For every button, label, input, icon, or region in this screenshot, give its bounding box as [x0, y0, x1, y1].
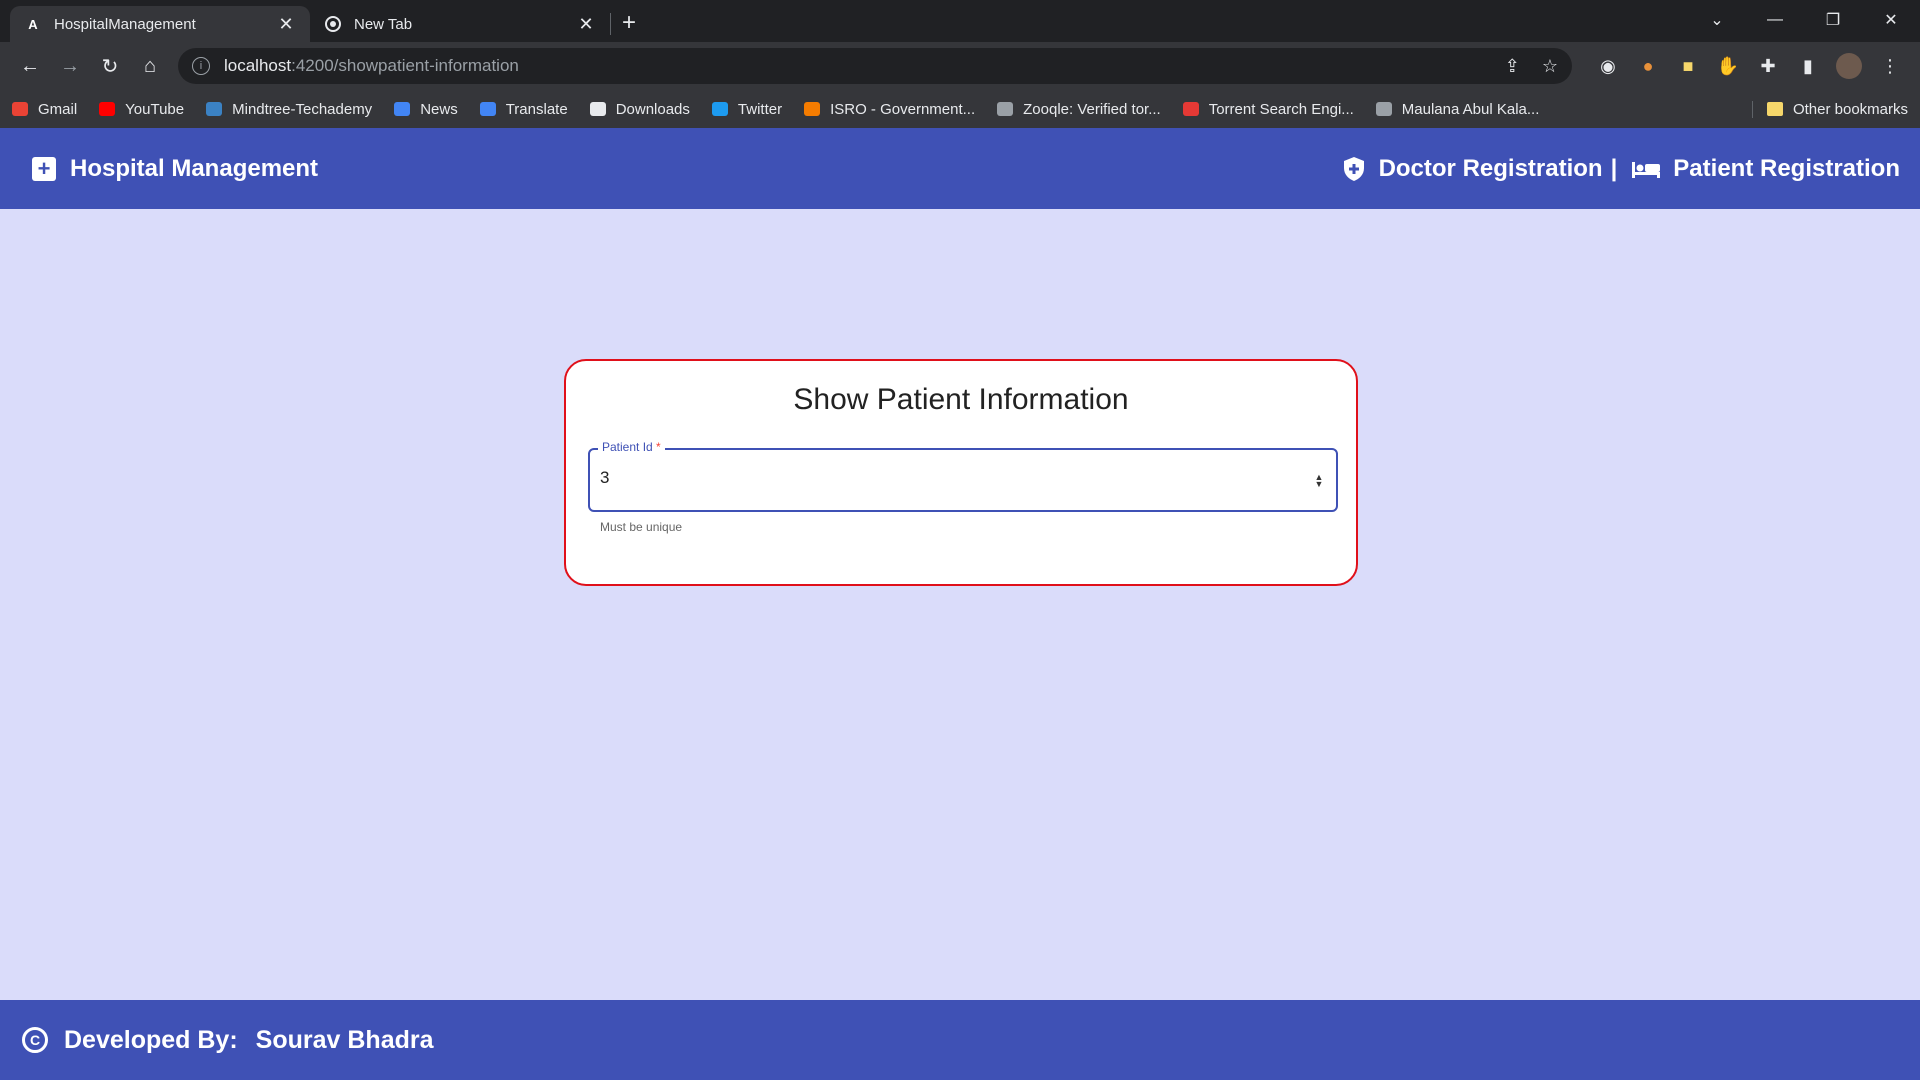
nav-patient-label: Patient Registration: [1673, 154, 1900, 182]
bookmark-label: YouTube: [125, 100, 185, 118]
side-panel-icon[interactable]: ▮: [1788, 46, 1828, 86]
profile-avatar[interactable]: [1836, 53, 1862, 79]
address-bar[interactable]: i localhost:4200/showpatient-information…: [178, 48, 1572, 84]
bookmark-label: Maulana Abul Kala...: [1401, 100, 1540, 118]
number-spinner-icon[interactable]: ▲ ▼: [1314, 473, 1324, 489]
nav-doctor-label: Doctor Registration: [1378, 154, 1603, 182]
download-icon: [589, 102, 606, 116]
menu-kebab-icon[interactable]: ⋮: [1870, 46, 1910, 86]
bookmark-label: Twitter: [737, 100, 783, 118]
restore-icon[interactable]: ❐: [1804, 0, 1862, 40]
extension-adblock-icon[interactable]: ✋: [1708, 46, 1748, 86]
bookmark-item[interactable]: Translate: [479, 100, 568, 118]
close-tab-icon[interactable]: ✕: [576, 14, 596, 35]
show-patient-card: Show Patient Information Patient Id * ▲▼…: [564, 359, 1358, 586]
translate-icon: [479, 102, 496, 116]
brand[interactable]: + Hospital Management: [32, 155, 318, 183]
bookmark-item[interactable]: ISRO - Government...: [804, 101, 975, 118]
bookmark-label: Translate: [505, 100, 568, 118]
window-controls: ⌄ — ❐ ✕: [1688, 0, 1920, 40]
browser-chrome: A HospitalManagement ✕ New Tab ✕ + ⌄ — ❐…: [0, 0, 1920, 128]
extensions-area: ◉ ● ■ ✋ ✚ ▮ ⋮: [1588, 46, 1910, 86]
google-news-icon: [394, 102, 411, 116]
patient-id-label: Patient Id *: [598, 440, 665, 454]
bookmark-item[interactable]: Zooqle: Verified tor...: [997, 101, 1161, 118]
youtube-icon: [99, 102, 116, 116]
bookmark-item[interactable]: News: [394, 101, 458, 118]
field-hint: Must be unique: [600, 520, 683, 534]
extension-cookie-icon[interactable]: ●: [1628, 46, 1668, 86]
minimize-icon[interactable]: —: [1746, 0, 1804, 40]
back-icon[interactable]: ←: [10, 46, 50, 86]
bookmark-label: Zooqle: Verified tor...: [1023, 100, 1161, 118]
new-tab-icon[interactable]: +: [611, 9, 647, 37]
bookmark-label: Mindtree-Techademy: [232, 100, 373, 118]
gmail-icon: [12, 102, 28, 116]
footer-author: Sourav Bhadra: [255, 1025, 434, 1054]
forward-icon[interactable]: →: [50, 46, 90, 86]
card-title: Show Patient Information: [793, 383, 1129, 416]
tab-title: New Tab: [354, 15, 413, 33]
bookmark-item[interactable]: Downloads: [589, 100, 690, 118]
extension-notes-icon[interactable]: ■: [1668, 46, 1708, 86]
tab-search-icon[interactable]: ⌄: [1688, 0, 1746, 40]
graduation-cap-icon: [1375, 102, 1392, 116]
bookmark-label: ISRO - Government...: [830, 100, 976, 118]
bookmark-label: News: [420, 100, 458, 118]
close-tab-icon[interactable]: ✕: [276, 14, 296, 35]
patient-id-field[interactable]: Patient Id * ▲▼: [588, 440, 1338, 512]
zooqle-icon: [997, 102, 1014, 116]
bookmark-item[interactable]: Twitter: [711, 100, 783, 118]
bookmark-item[interactable]: Torrent Search Engi...: [1182, 100, 1354, 118]
url-path: :4200/showpatient-information: [291, 56, 519, 75]
browser-toolbar: ← → ↻ ⌂ i localhost:4200/showpatient-inf…: [0, 42, 1920, 90]
shield-plus-icon: [1343, 156, 1364, 181]
tab-hospital-management[interactable]: A HospitalManagement ✕: [10, 6, 310, 42]
angular-icon: A: [28, 16, 38, 32]
tab-new-tab[interactable]: New Tab ✕: [310, 6, 610, 42]
tab-title: HospitalManagement: [54, 15, 196, 33]
nav-patient-registration[interactable]: Patient Registration: [1617, 155, 1900, 183]
url-host: localhost: [224, 56, 292, 75]
other-bookmarks[interactable]: Other bookmarks: [1751, 100, 1908, 118]
mindtree-icon: [206, 102, 223, 116]
nav-doctor-registration[interactable]: Doctor Registration: [1343, 155, 1603, 183]
bookmark-label: Torrent Search Engi...: [1208, 100, 1354, 118]
bookmark-item[interactable]: Gmail: [12, 101, 77, 118]
bookmark-item[interactable]: YouTube: [99, 101, 184, 118]
extensions-puzzle-icon[interactable]: ✚: [1748, 46, 1788, 86]
chrome-icon: [324, 15, 342, 33]
share-icon[interactable]: ⇪: [1505, 56, 1520, 77]
folder-icon: [1766, 102, 1783, 116]
isro-icon: [804, 102, 821, 116]
torrent-icon: [1182, 102, 1199, 116]
bookmarks-bar: Gmail YouTube Mindtree-Techademy News Transl…: [0, 90, 1920, 128]
required-asterisk: *: [656, 440, 661, 454]
nav-separator: |: [1610, 154, 1618, 182]
app-header: + Hospital Management Doctor Registratio…: [0, 128, 1920, 209]
home-icon[interactable]: ⌂: [130, 46, 170, 86]
window-close-icon[interactable]: ✕: [1862, 0, 1920, 40]
bookmark-label: Downloads: [615, 100, 690, 118]
extension-google-lens-icon[interactable]: ◉: [1588, 46, 1628, 86]
hospital-plus-icon: +: [32, 156, 56, 181]
twitter-icon: [711, 102, 728, 116]
bookmark-item[interactable]: Mindtree-Techademy: [206, 101, 372, 118]
bed-icon: [1632, 161, 1661, 178]
bookmark-star-icon[interactable]: ☆: [1542, 56, 1558, 77]
app-footer: C Developed By: Sourav Bhadra: [0, 1000, 1920, 1080]
site-info-icon[interactable]: i: [192, 57, 210, 75]
bookmark-item[interactable]: Maulana Abul Kala...: [1375, 100, 1540, 118]
copyright-icon: C: [22, 1027, 48, 1053]
brand-title: Hospital Management: [70, 154, 319, 182]
bookmark-label: Gmail: [38, 100, 78, 118]
tab-strip: A HospitalManagement ✕ New Tab ✕ + ⌄ — ❐…: [0, 0, 1920, 42]
reload-icon[interactable]: ↻: [90, 46, 130, 86]
footer-prefix: Developed By:: [64, 1025, 238, 1054]
patient-id-input[interactable]: [600, 468, 1280, 488]
other-bookmarks-label: Other bookmarks: [1792, 100, 1908, 118]
